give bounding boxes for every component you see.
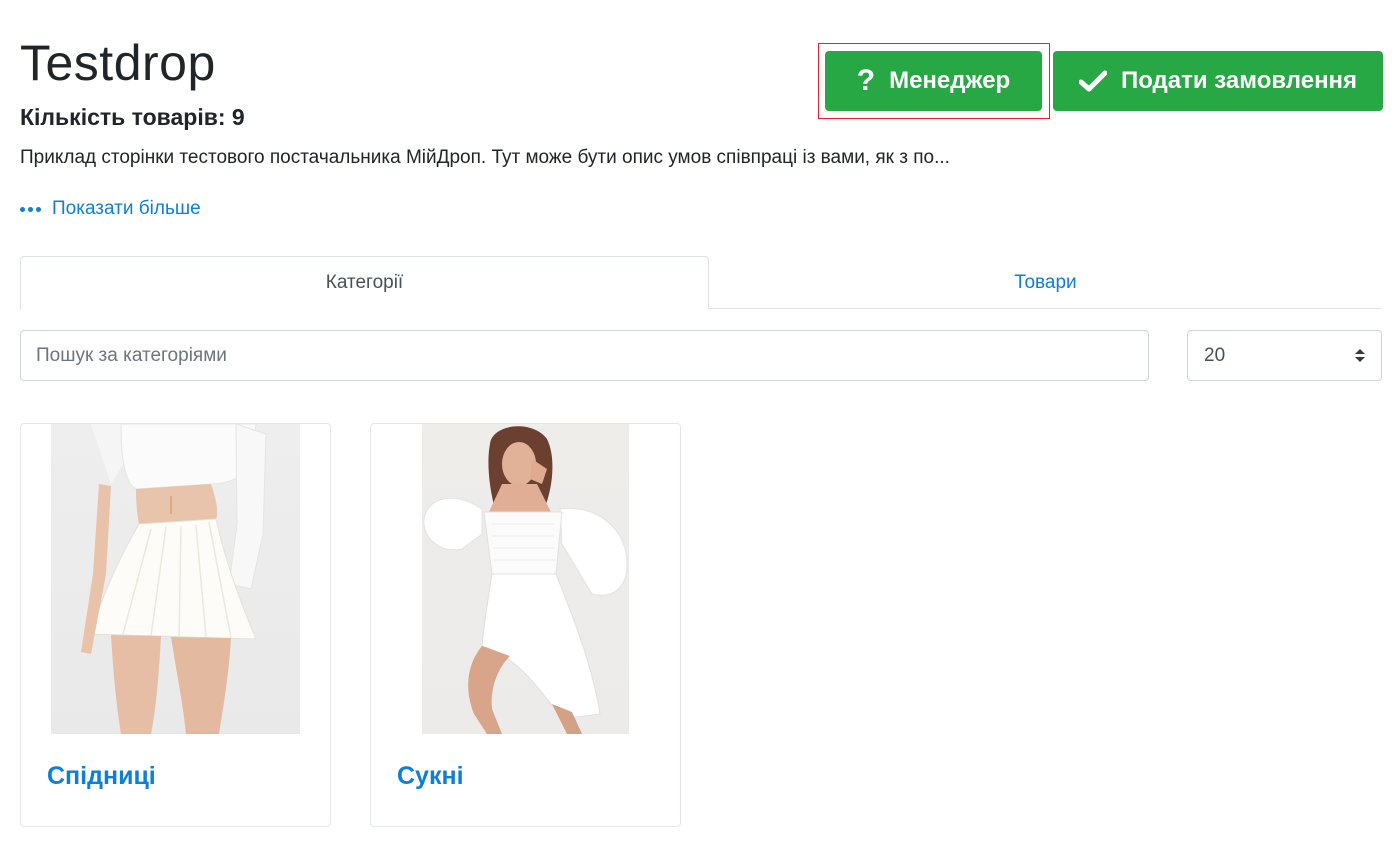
supplier-description: Приклад сторінки тестового постачальника… (20, 147, 950, 168)
per-page-select[interactable]: 20 (1187, 330, 1382, 381)
category-card-dresses[interactable]: Сукні (370, 423, 681, 827)
category-name[interactable]: Сукні (397, 762, 464, 791)
category-card-skirts[interactable]: Спідниці (20, 423, 331, 827)
page-title: Testdrop (20, 35, 216, 91)
skirt-photo (51, 424, 300, 734)
view-tabs: Категорії Товари (20, 256, 1382, 310)
dress-photo (422, 424, 629, 734)
submit-order-button[interactable]: Подати замовлення (1053, 51, 1383, 111)
show-more-label: Показати більше (52, 198, 201, 219)
select-arrows-icon (1355, 349, 1365, 362)
tab-products[interactable]: Товари (709, 256, 1382, 309)
category-name[interactable]: Спідниці (47, 762, 156, 791)
question-icon: ? (856, 64, 876, 97)
manager-button-label: Менеджер (889, 67, 1011, 94)
manager-button[interactable]: ? Менеджер (825, 51, 1042, 111)
tab-categories[interactable]: Категорії (20, 256, 709, 310)
check-icon (1078, 69, 1107, 93)
submit-order-label: Подати замовлення (1120, 67, 1358, 94)
category-search-input[interactable] (20, 330, 1149, 381)
product-count: Кількість товарів: 9 (20, 104, 245, 130)
per-page-value: 20 (1204, 344, 1226, 366)
show-more-link[interactable]: Показати більше (20, 198, 201, 220)
ellipsis-icon (20, 206, 41, 212)
